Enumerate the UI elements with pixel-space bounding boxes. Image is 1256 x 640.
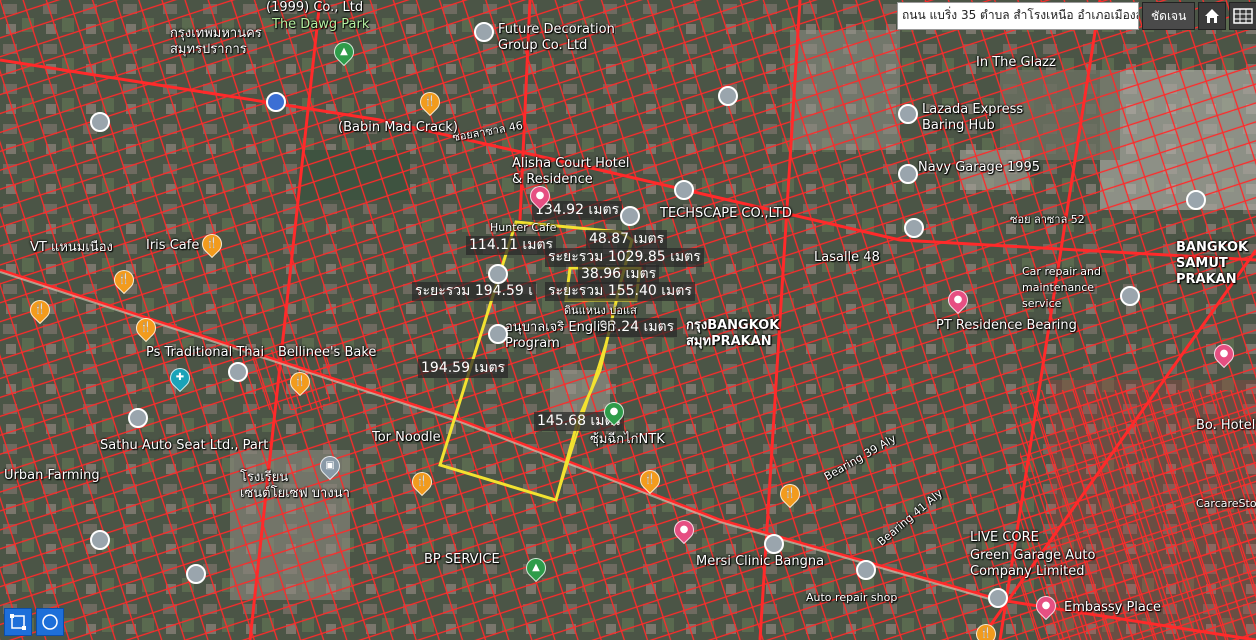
- location-pin-icon[interactable]: [90, 112, 110, 132]
- place-label: อนุบาลเจริ English Program: [505, 320, 616, 351]
- location-pin-icon[interactable]: [186, 564, 206, 584]
- draw-tools: [4, 608, 64, 636]
- place-label: Urban Farming: [4, 468, 100, 483]
- place-label: BP SERVICE: [424, 552, 500, 567]
- place-label: CarcareStore: [1196, 497, 1256, 510]
- place-label: BANGKOK SAMUT PRAKAN: [1176, 240, 1249, 287]
- place-label: กรุงBANGKOK สมุทPRAKAN: [686, 318, 780, 349]
- place-label: Ps Traditional Thai: [146, 345, 265, 360]
- place-label: Bellinee's Bake: [278, 345, 377, 360]
- measurement-label: 114.11 เมตร: [466, 236, 557, 255]
- clear-button[interactable]: ชัดเจน: [1142, 2, 1196, 30]
- place-label: Lazada Express Baring Hub: [922, 102, 1024, 133]
- place-label: VT แหนมเนือง: [30, 240, 113, 255]
- place-label: ซอย ลาซาล 52: [1010, 213, 1085, 226]
- location-pin-icon[interactable]: [488, 264, 508, 284]
- location-pin-icon[interactable]: [904, 218, 924, 238]
- location-pin-icon[interactable]: [898, 104, 918, 124]
- circle-select-icon[interactable]: [36, 608, 64, 636]
- place-label: (1999) Co., Ltd: [266, 0, 364, 15]
- measurement-label: 194.59 เมตร: [418, 359, 509, 378]
- place-label: Alisha Court Hotel & Residence: [512, 156, 630, 187]
- place-label: Sathu Auto Seat Ltd., Part: [100, 438, 269, 453]
- measurement-label: ระยะรวม 194.59 เ: [412, 282, 537, 301]
- place-label: ดินแหนง บ่อแส: [564, 304, 637, 317]
- location-pin-icon[interactable]: [1120, 286, 1140, 306]
- place-label: Future Decoration Group Co. Ltd: [498, 22, 615, 53]
- place-label: Lasalle 48: [814, 250, 880, 265]
- location-pin-icon[interactable]: [674, 180, 694, 200]
- location-pin-icon[interactable]: [764, 534, 784, 554]
- place-label: In The Glazz: [976, 55, 1056, 70]
- location-pin-icon[interactable]: [620, 206, 640, 226]
- place-label: Green Garage Auto Company Limited: [970, 548, 1096, 579]
- place-label: กรุงเทพมหานคร สมุทรปราการ: [170, 26, 262, 57]
- location-pin-icon[interactable]: [90, 530, 110, 550]
- place-label: TECHSCAPE CO.,LTD: [660, 206, 792, 221]
- place-label: Car repair and maintenance service: [1022, 265, 1101, 310]
- location-pin-icon[interactable]: [988, 588, 1008, 608]
- rectangle-select-icon[interactable]: [4, 608, 32, 636]
- measurement-label: ระยะรวม 155.40 เมตร: [545, 282, 695, 301]
- location-pin-icon[interactable]: [266, 92, 286, 112]
- location-pin-icon[interactable]: [488, 324, 508, 344]
- location-pin-icon[interactable]: [856, 560, 876, 580]
- place-label: ซุ้มฉีกไก่NTK: [590, 432, 665, 447]
- location-pin-icon[interactable]: [474, 22, 494, 42]
- place-label: LIVE CORE: [970, 530, 1039, 545]
- satellite-map[interactable]: 134.92 เมตร 114.11 เมตร 48.87 เมตร ระยะร…: [0, 0, 1256, 640]
- place-label: Embassy Place: [1064, 600, 1162, 615]
- place-label: Iris Cafe: [146, 238, 200, 253]
- location-pin-icon[interactable]: [898, 164, 918, 184]
- place-label: PT Residence Bearing: [936, 318, 1077, 333]
- place-label: Navy Garage 1995: [918, 160, 1041, 175]
- grid-icon[interactable]: [1229, 2, 1256, 30]
- location-pin-icon[interactable]: [128, 408, 148, 428]
- place-label: Tor Noodle: [372, 430, 441, 445]
- location-pin-icon[interactable]: [228, 362, 248, 382]
- place-label: The Dawg Park: [272, 17, 370, 32]
- place-label: Bo. Hotel So: [1196, 418, 1256, 433]
- location-pin-icon[interactable]: [1186, 190, 1206, 210]
- search-input[interactable]: ถนน แบริ่ง 35 ตำบล สำโรงเหนือ อำเภอเมือง…: [897, 2, 1139, 30]
- place-label: Auto repair shop: [806, 591, 898, 604]
- place-label: Mersi Clinic Bangna: [696, 554, 825, 569]
- search-toolbar: ถนน แบริ่ง 35 ตำบล สำโรงเหนือ อำเภอเมือง…: [897, 2, 1256, 30]
- place-label: Hunter Cafe: [490, 221, 557, 234]
- measurement-label: 48.87 เมตร: [586, 230, 668, 249]
- location-pin-icon[interactable]: [718, 86, 738, 106]
- place-label: (Babin Mad Crack): [338, 120, 458, 135]
- home-icon[interactable]: [1198, 2, 1227, 30]
